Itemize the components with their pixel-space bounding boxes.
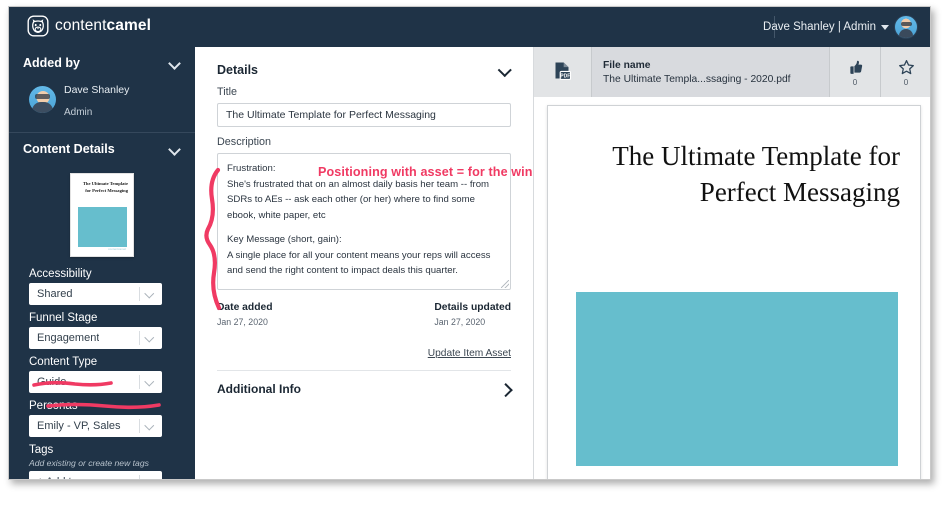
annotation-brace-icon	[204, 167, 222, 311]
description-field-label: Description	[217, 136, 272, 148]
user-menu-label: Dave Shanley | Admin	[763, 21, 876, 33]
date-added-value: Jan 27, 2020	[217, 317, 268, 327]
field-label-tags: Tags	[29, 444, 54, 457]
details-header[interactable]: Details	[195, 47, 533, 77]
field-label-funnel-stage: Funnel Stage	[29, 312, 98, 325]
personas-select[interactable]: Emily - VP, Sales	[29, 415, 162, 438]
thumbnail-title: The Ultimate Template for Perfect Messag…	[82, 181, 128, 193]
field-accessibility: Accessibility Shared	[9, 268, 195, 306]
add-tag-value: + Add tag	[30, 476, 84, 479]
content-details-title: Content Details	[23, 142, 115, 157]
annotation-underline-personas-icon	[32, 380, 113, 387]
select-divider	[139, 419, 140, 434]
added-by-user: Dave Shanley Admin	[9, 78, 195, 132]
logo-text-light: content	[55, 17, 107, 34]
app-logo[interactable]: contentcamel	[27, 15, 151, 37]
details-updated-label: Details updated	[434, 302, 511, 313]
star-count: 0	[903, 77, 909, 87]
field-tags: Tags Add existing or create new tags + A…	[9, 444, 195, 479]
document-accent-block	[576, 292, 898, 466]
sidebar: Added by Dave Shanley Admin Content Deta…	[9, 47, 195, 479]
details-title: Details	[217, 63, 258, 77]
chevron-down-icon	[146, 290, 155, 299]
added-by-title: Added by	[23, 56, 80, 70]
file-name-value: The Ultimate Templa...ssaging - 2020.pdf	[603, 73, 791, 85]
select-divider	[139, 475, 140, 479]
chevron-down-icon	[146, 478, 155, 479]
app-logo-text: contentcamel	[55, 15, 151, 37]
annotation-underline-persona-value-icon	[46, 402, 161, 410]
file-icon-wrapper: PDF	[534, 47, 591, 97]
sidebar-section-added-by: Added by Dave Shanley Admin	[9, 47, 195, 132]
funnel-stage-select[interactable]: Engagement	[29, 327, 162, 350]
field-label-accessibility: Accessibility	[29, 268, 92, 281]
document-preview[interactable]: The Ultimate Template for Perfect Messag…	[547, 105, 921, 479]
avatar	[29, 86, 56, 114]
added-by-user-role: Admin	[64, 106, 93, 118]
annotation-note: Positioning with asset = for the win	[318, 165, 533, 179]
add-tag-select[interactable]: + Add tag	[29, 471, 162, 479]
content-thumbnail-wrapper: The Ultimate Template for Perfect Messag…	[9, 164, 195, 268]
chevron-down-icon	[146, 378, 155, 387]
chevron-down-icon	[146, 422, 155, 431]
update-item-asset-link[interactable]: Update Item Asset	[217, 348, 511, 359]
accessibility-select[interactable]: Shared	[29, 283, 162, 306]
like-button[interactable]: 0	[829, 47, 880, 97]
camel-head-icon	[27, 15, 49, 37]
chevron-down-icon[interactable]	[499, 64, 511, 76]
added-by-header[interactable]: Added by	[9, 47, 195, 78]
details-updated-value: Jan 27, 2020	[434, 317, 486, 327]
file-meta: File name The Ultimate Templa...ssaging …	[591, 47, 829, 97]
select-divider	[139, 375, 140, 390]
user-menu[interactable]: Dave Shanley | Admin	[763, 15, 918, 39]
field-label-content-type: Content Type	[29, 356, 98, 369]
thumbs-up-icon	[849, 60, 862, 74]
logo-text-bold: camel	[106, 17, 151, 34]
svg-text:PDF: PDF	[560, 74, 570, 80]
description-line-4: A single place for all your content mean…	[227, 249, 491, 277]
funnel-stage-value: Engagement	[37, 332, 100, 345]
additional-info-title: Additional Info	[217, 382, 301, 396]
thumbnail-accent-block	[78, 207, 127, 248]
dates-row: Date added Jan 27, 2020 Details updated …	[217, 297, 511, 327]
avatar	[894, 15, 918, 39]
select-divider	[139, 287, 140, 302]
description-line-2: She's frustrated that on an almost daily…	[227, 178, 490, 221]
file-name-label: File name	[603, 59, 651, 71]
update-item-asset-label: Update Item Asset	[427, 348, 511, 359]
field-funnel-stage: Funnel Stage Engagement	[9, 312, 195, 350]
added-by-user-name: Dave Shanley	[64, 84, 130, 96]
chevron-down-icon	[881, 24, 889, 30]
accessibility-value: Shared	[37, 288, 73, 301]
title-input[interactable]: The Ultimate Template for Perfect Messag…	[217, 103, 511, 127]
preview-panel: PDF File name The Ultimate Templa...ssag…	[533, 47, 930, 479]
content-thumbnail[interactable]: The Ultimate Template for Perfect Messag…	[70, 173, 134, 258]
top-navigation-bar: contentcamel Dave Shanley | Admin	[9, 7, 930, 47]
chevron-down-icon[interactable]	[170, 58, 181, 69]
details-body: Title The Ultimate Template for Perfect …	[195, 77, 533, 371]
resize-handle-icon[interactable]	[501, 280, 509, 288]
tags-hint: Add existing or create new tags	[29, 458, 149, 469]
like-count: 0	[852, 77, 858, 87]
thumbnail-footer: contentcamel	[108, 247, 126, 252]
app-window: contentcamel Dave Shanley | Admin Added …	[8, 6, 931, 480]
pdf-file-icon: PDF	[555, 62, 571, 80]
document-title: The Ultimate Template for Perfect Messag…	[612, 141, 900, 207]
favorite-button[interactable]: 0	[880, 47, 930, 97]
additional-info-header[interactable]: Additional Info	[195, 371, 533, 396]
personas-value: Emily - VP, Sales	[37, 420, 121, 433]
content-details-header[interactable]: Content Details	[9, 133, 195, 164]
select-divider	[139, 331, 140, 346]
chevron-right-icon[interactable]	[499, 383, 511, 395]
chevron-down-icon[interactable]	[170, 144, 181, 155]
sidebar-section-content-details: Content Details The Ultimate Template fo…	[9, 133, 195, 479]
details-panel: Details Title The Ultimate Template for …	[195, 47, 533, 479]
file-bar: PDF File name The Ultimate Templa...ssag…	[534, 47, 930, 97]
title-input-value: The Ultimate Template for Perfect Messag…	[226, 109, 436, 121]
star-icon	[898, 59, 914, 74]
chevron-down-icon	[146, 334, 155, 343]
title-field-label: Title	[217, 86, 237, 98]
description-line-3: Key Message (short, gain):	[227, 234, 342, 246]
